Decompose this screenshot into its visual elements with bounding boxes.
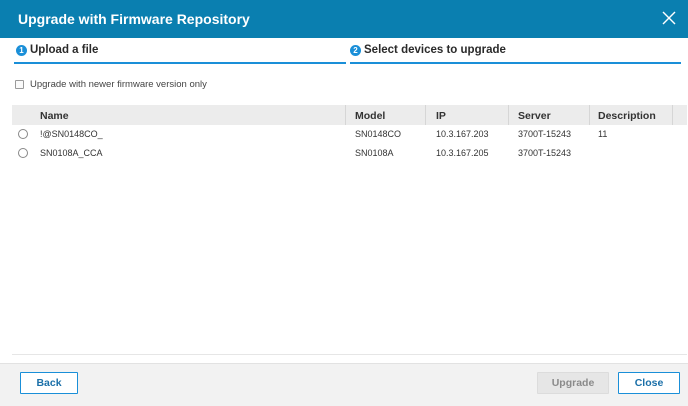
cell-model: SN0148CO [355,129,402,139]
dialog-titlebar: Upgrade with Firmware Repository [0,0,688,38]
column-header-model[interactable]: Model [355,110,385,122]
cell-ip: 10.3.167.203 [436,129,489,139]
column-header-name[interactable]: Name [40,110,69,122]
cell-description: 11 [598,129,608,139]
upgrade-button[interactable]: Upgrade [537,372,609,394]
row-select-radio[interactable] [18,129,28,139]
row-select-radio[interactable] [18,148,28,158]
close-button[interactable]: Close [618,372,680,394]
table-row[interactable]: !@SN0148CO_ SN0148CO 10.3.167.203 3700T-… [12,125,687,144]
newer-firmware-filter[interactable]: Upgrade with newer firmware version only [15,79,207,90]
step-1-label: Upload a file [30,44,99,56]
devices-table: Name Model IP Server Description !@SN014… [12,105,687,355]
step-1-underline [14,62,346,64]
newer-firmware-label: Upgrade with newer firmware version only [30,79,207,90]
step-2-number-icon: 2 [350,44,361,56]
step-upload-file[interactable]: 1 Upload a file [16,44,98,56]
column-divider [345,105,346,125]
column-header-description[interactable]: Description [598,110,656,122]
wizard-steps: 1 Upload a file 2 Select devices to upgr… [0,38,688,66]
step-2-underline [350,62,681,64]
column-divider [425,105,426,125]
table-row[interactable]: SN0108A_CCA SN0108A 10.3.167.205 3700T-1… [12,144,687,163]
newer-firmware-checkbox[interactable] [15,80,24,89]
step-1-number-icon: 1 [16,44,27,56]
column-divider [508,105,509,125]
table-header: Name Model IP Server Description [12,105,687,125]
dialog-title: Upgrade with Firmware Repository [18,11,250,27]
close-icon[interactable] [657,6,681,30]
cell-name: SN0108A_CCA [40,148,103,158]
step-2-label: Select devices to upgrade [364,44,506,56]
cell-model: SN0108A [355,148,394,158]
column-header-ip[interactable]: IP [436,110,446,122]
cell-name: !@SN0148CO_ [40,129,103,139]
step-select-devices[interactable]: 2 Select devices to upgrade [350,44,506,56]
cell-ip: 10.3.167.205 [436,148,489,158]
cell-server: 3700T-15243 [518,148,572,158]
back-button[interactable]: Back [20,372,78,394]
column-divider [672,105,673,125]
cell-server: 3700T-15243 [518,129,572,139]
column-header-server[interactable]: Server [518,110,551,122]
dialog-footer: Back Upgrade Close [0,363,688,406]
column-divider [589,105,590,125]
